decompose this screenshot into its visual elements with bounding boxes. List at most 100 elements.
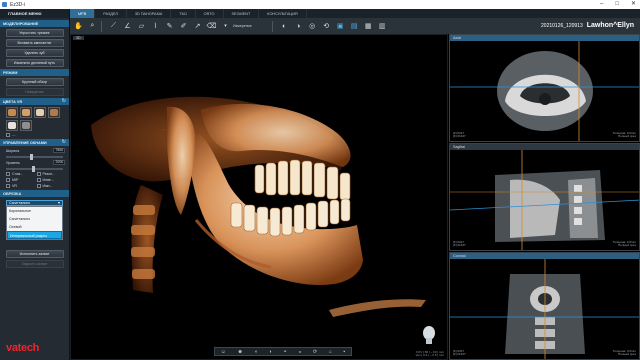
vr-preset[interactable]: [6, 107, 18, 118]
dropdown-option[interactable]: Осевой: [7, 223, 62, 231]
dropdown-option-selected[interactable]: Интервальный разрез: [7, 231, 62, 239]
tab-consultation[interactable]: КОНСУЛЬТАЦИЯ: [259, 9, 307, 18]
info-line: Полный срез: [618, 134, 636, 139]
vr-preset[interactable]: [48, 107, 60, 118]
view-more-icon[interactable]: ▪: [343, 349, 345, 355]
line-measure-icon[interactable]: ⟋: [108, 21, 119, 32]
close-capture-button[interactable]: Закрыть захват: [5, 260, 64, 268]
dropdown-option[interactable]: Корональное: [7, 207, 62, 215]
view-left-icon[interactable]: ◖: [254, 349, 257, 355]
insert-implant-button[interactable]: Вставить имплантат: [5, 39, 64, 47]
report-icon[interactable]: ▥: [377, 21, 388, 32]
note-icon[interactable]: ✐: [178, 21, 189, 32]
checkbox[interactable]: [6, 184, 10, 188]
checkbox[interactable]: [6, 172, 10, 176]
patient-name: Lawhon^Ellyn: [586, 22, 634, 29]
view-back-icon[interactable]: ☻: [238, 349, 243, 355]
vr-presets-row: [0, 118, 69, 131]
area-icon[interactable]: ▱: [136, 21, 147, 32]
profile-icon[interactable]: ⌇: [150, 21, 161, 32]
tab-mpr[interactable]: МРВ: [70, 9, 96, 18]
level-label: Уровень: [6, 160, 20, 165]
simplify-tracking-button[interactable]: Упростить трекинг: [5, 29, 64, 37]
view-bottom-icon[interactable]: ◒: [298, 349, 301, 355]
tab-section[interactable]: РАЗДЕЛ: [95, 9, 127, 18]
level-input[interactable]: 2006: [53, 160, 65, 165]
vr-preset[interactable]: [6, 120, 18, 131]
clipping-select[interactable]: Сагиттально ▾: [6, 200, 63, 206]
slider-thumb[interactable]: [30, 154, 33, 160]
maximize-icon[interactable]: □: [615, 0, 619, 9]
edit-gum-path-button[interactable]: Изменить десневой путь: [5, 59, 64, 67]
checkbox[interactable]: [36, 184, 41, 188]
brightness-icon[interactable]: ◐: [279, 21, 290, 32]
checkbox[interactable]: [36, 172, 41, 176]
navigation-button[interactable]: Наведение: [5, 88, 64, 96]
width-slider[interactable]: [6, 154, 63, 160]
coronal-panel[interactable]: Coronal [F] 0317 [F] 01327 Толщина: 0.0m…: [449, 252, 640, 360]
vr-option[interactable]: —: [0, 131, 69, 137]
sharpen-icon[interactable]: ◎: [307, 21, 318, 32]
zoom-icon[interactable]: ⌕: [87, 21, 98, 32]
eraser-icon[interactable]: ⌫: [206, 21, 217, 32]
capture-icon[interactable]: ▣: [335, 21, 346, 32]
tab-segment[interactable]: SEGMENT: [224, 9, 260, 18]
3d-viewport[interactable]: 3D FOV [80] ~ 90] mm Vox [0.2] ~ 0.…: [70, 34, 448, 360]
view-front-icon[interactable]: ☺: [221, 349, 226, 355]
save-icon[interactable]: ▦: [363, 21, 374, 32]
info-line: [F] 01327: [453, 134, 466, 139]
render-option[interactable]: Инве...: [36, 178, 64, 182]
divider: [271, 20, 273, 32]
main-menu-title[interactable]: ГЛАВНОЕ МЕНЮ: [0, 9, 69, 18]
render-option[interactable]: Имп...: [36, 184, 64, 188]
sagittal-panel[interactable]: Sagittal [F] 0317 [F] 01327 Толщина: 0.0…: [449, 143, 640, 251]
close-icon[interactable]: ✕: [631, 0, 636, 9]
render-option[interactable]: MIP: [6, 178, 33, 182]
arrow-icon[interactable]: ↗: [192, 21, 203, 32]
checkbox[interactable]: [36, 178, 41, 182]
3d-skull-render[interactable]: [71, 35, 449, 360]
view-top-icon[interactable]: ◓: [284, 349, 287, 355]
dropdown-option[interactable]: Сагиттально: [7, 215, 62, 223]
large-view-button[interactable]: Крупный обзор: [5, 78, 64, 86]
layout-icon[interactable]: ▤: [349, 21, 360, 32]
minimize-icon[interactable]: –: [600, 0, 603, 9]
axial-slice-image[interactable]: [450, 41, 640, 142]
sagittal-slice-image[interactable]: [450, 150, 640, 251]
view-rotate-icon[interactable]: ⟳: [313, 349, 317, 355]
vr-preset[interactable]: [20, 107, 32, 118]
apply-capture-button[interactable]: Исполнить захват: [5, 250, 64, 258]
tab-orto[interactable]: ORTO: [196, 9, 224, 18]
render-option[interactable]: VR: [6, 184, 33, 188]
checkbox[interactable]: [6, 178, 10, 182]
width-input[interactable]: 7806: [53, 148, 65, 153]
contrast-icon[interactable]: ◑: [293, 21, 304, 32]
tab-3d-panorama[interactable]: 3D ПАНОРАМА: [127, 9, 172, 18]
axial-panel[interactable]: Axial [F] 0317 [F] 01327 Толщина: 0.0mm …: [449, 34, 640, 142]
remove-tooth-button[interactable]: Удалить зуб: [5, 49, 64, 57]
checkbox[interactable]: [6, 133, 10, 137]
view-orientation-bar: ☺ ☻ ◖ ◗ ◓ ◒ ⟳ ⌂ ▪: [214, 347, 352, 356]
hand-icon[interactable]: ✋: [73, 21, 84, 32]
clipping-dropdown: Корональное Сагиттально Осевой Интерваль…: [6, 206, 63, 240]
width-row: Ширина 7806: [0, 146, 69, 153]
level-slider[interactable]: [6, 166, 63, 172]
tab-tmj[interactable]: TMJ: [171, 9, 196, 18]
coronal-slice-image[interactable]: [450, 259, 640, 360]
render-option[interactable]: Резол...: [36, 172, 64, 176]
annotation-icon[interactable]: ✎: [164, 21, 175, 32]
vr-preset[interactable]: [20, 120, 32, 131]
head-orientation-icon[interactable]: [421, 325, 437, 345]
reset-icon[interactable]: ⟲: [321, 21, 332, 32]
refresh-icon[interactable]: ↻: [62, 139, 66, 145]
window-controls: – □ ✕: [600, 0, 636, 9]
slider-thumb[interactable]: [32, 166, 35, 172]
view-right-icon[interactable]: ◗: [269, 349, 272, 355]
render-option[interactable]: Слаз...: [6, 172, 33, 176]
measure-label[interactable]: Измерение: [233, 24, 252, 28]
view-reset-icon[interactable]: ⌂: [329, 349, 332, 355]
angle-icon[interactable]: ∠: [122, 21, 133, 32]
vr-preset[interactable]: [34, 107, 46, 118]
chevron-down-icon[interactable]: ▾: [220, 21, 231, 32]
refresh-icon[interactable]: ↻: [62, 98, 66, 104]
